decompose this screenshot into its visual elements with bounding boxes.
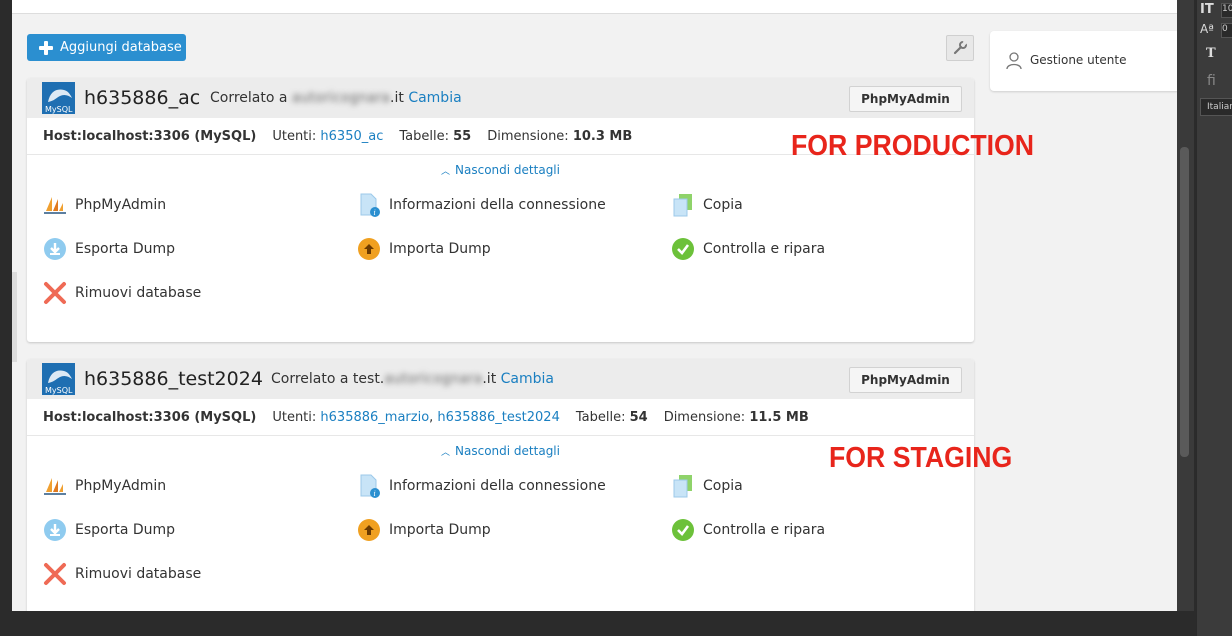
red-x-icon — [43, 562, 67, 586]
right-tool-panel: IT 10 Aª 0 T fi Italian — [1196, 0, 1232, 636]
download-icon — [43, 518, 67, 542]
svg-text:MySQL: MySQL — [45, 105, 73, 114]
user-link[interactable]: h635886_marzio — [320, 410, 429, 425]
tracking-field[interactable]: 0 — [1221, 23, 1232, 38]
database-header: MySQL h635886_test2024 Correlato a test.… — [27, 359, 974, 399]
upload-icon — [357, 518, 381, 542]
info-document-icon: i — [357, 193, 381, 217]
action-import-dump[interactable]: Importa Dump — [357, 237, 491, 261]
user-management-label: Gestione utente — [1030, 53, 1127, 67]
add-database-label: Aggiungi database — [60, 40, 182, 55]
action-copy[interactable]: Copia — [671, 193, 743, 217]
bottom-bar — [0, 611, 1177, 636]
action-export-dump[interactable]: Esporta Dump — [43, 237, 175, 261]
action-phpmyadmin[interactable]: PhpMyAdmin — [43, 474, 166, 498]
user-link[interactable]: h635886_test2024 — [437, 410, 559, 425]
check-circle-icon — [671, 237, 695, 261]
tracking-icon: Aª — [1200, 22, 1214, 36]
svg-text:i: i — [374, 490, 376, 498]
chevron-up-icon: ︿ — [441, 447, 451, 458]
font-size-field[interactable]: 10 — [1221, 3, 1232, 18]
action-export-dump[interactable]: Esporta Dump — [43, 518, 175, 542]
related-domain: Correlato a autoricognara.it Cambia — [210, 90, 462, 106]
action-connection-info[interactable]: i Informazioni della connessione — [357, 474, 606, 498]
change-link[interactable]: Cambia — [408, 90, 461, 106]
database-info: Host: localhost:3306 (MySQL) Utenti: h635… — [27, 399, 974, 436]
database-panel: MySQL h635886_test2024 Correlato a test.… — [27, 359, 974, 611]
action-connection-info[interactable]: i Informazioni della connessione — [357, 193, 606, 217]
user-icon — [1006, 52, 1022, 70]
annotation-production: FOR PRODUCTION — [791, 130, 1035, 162]
database-name: h635886_test2024 — [84, 368, 263, 390]
action-import-dump[interactable]: Importa Dump — [357, 518, 491, 542]
svg-text:MySQL: MySQL — [45, 386, 73, 395]
copy-icon — [671, 193, 695, 217]
action-remove-database[interactable]: Rimuovi database — [43, 281, 201, 305]
phpmyadmin-sail-icon — [43, 193, 67, 217]
annotation-staging: FOR STAGING — [829, 442, 1013, 474]
add-database-button[interactable]: Aggiungi database — [27, 34, 186, 61]
action-check-repair[interactable]: Controlla e ripara — [671, 518, 825, 542]
database-actions: PhpMyAdmin i Informazioni della connessi… — [27, 466, 974, 600]
scrollbar-thumb[interactable] — [1180, 147, 1189, 457]
wrench-icon — [953, 40, 968, 55]
info-document-icon: i — [357, 474, 381, 498]
change-link[interactable]: Cambia — [501, 371, 554, 387]
phpmyadmin-button[interactable]: PhpMyAdmin — [849, 86, 962, 112]
mysql-logo-icon: MySQL — [42, 363, 75, 395]
action-check-repair[interactable]: Controlla e ripara — [671, 237, 825, 261]
red-x-icon — [43, 281, 67, 305]
copy-icon — [671, 474, 695, 498]
database-name: h635886_ac — [84, 87, 201, 109]
left-edge-handle — [12, 272, 17, 362]
plus-icon — [39, 40, 53, 55]
related-domain: Correlato a test.autoricognara.it Cambia — [271, 371, 555, 387]
user-link[interactable]: h6350_ac — [320, 129, 383, 144]
phpmyadmin-sail-icon — [43, 474, 67, 498]
user-management-card[interactable]: Gestione utente — [990, 31, 1177, 91]
chevron-up-icon: ︿ — [441, 166, 451, 177]
phpmyadmin-button[interactable]: PhpMyAdmin — [849, 367, 962, 393]
svg-text:i: i — [374, 209, 376, 217]
mysql-logo-icon: MySQL — [42, 82, 75, 114]
ligature-icon: fi — [1207, 73, 1216, 89]
action-remove-database[interactable]: Rimuovi database — [43, 562, 201, 586]
action-copy[interactable]: Copia — [671, 474, 743, 498]
database-actions: PhpMyAdmin i Informazioni della connessi… — [27, 185, 974, 319]
check-circle-icon — [671, 518, 695, 542]
download-icon — [43, 237, 67, 261]
main-content: Aggiungi database MySQL h635886_ac Corre… — [12, 0, 1177, 611]
database-panel: MySQL h635886_ac Correlato a autoricogna… — [27, 78, 974, 342]
language-select[interactable]: Italian — [1200, 98, 1232, 116]
upload-icon — [357, 237, 381, 261]
text-type-icon: T — [1206, 46, 1216, 61]
action-phpmyadmin[interactable]: PhpMyAdmin — [43, 193, 166, 217]
database-header: MySQL h635886_ac Correlato a autoricogna… — [27, 78, 974, 118]
settings-wrench-button[interactable] — [946, 35, 974, 61]
top-strip — [12, 0, 1177, 14]
text-size-icon: IT — [1200, 2, 1214, 17]
